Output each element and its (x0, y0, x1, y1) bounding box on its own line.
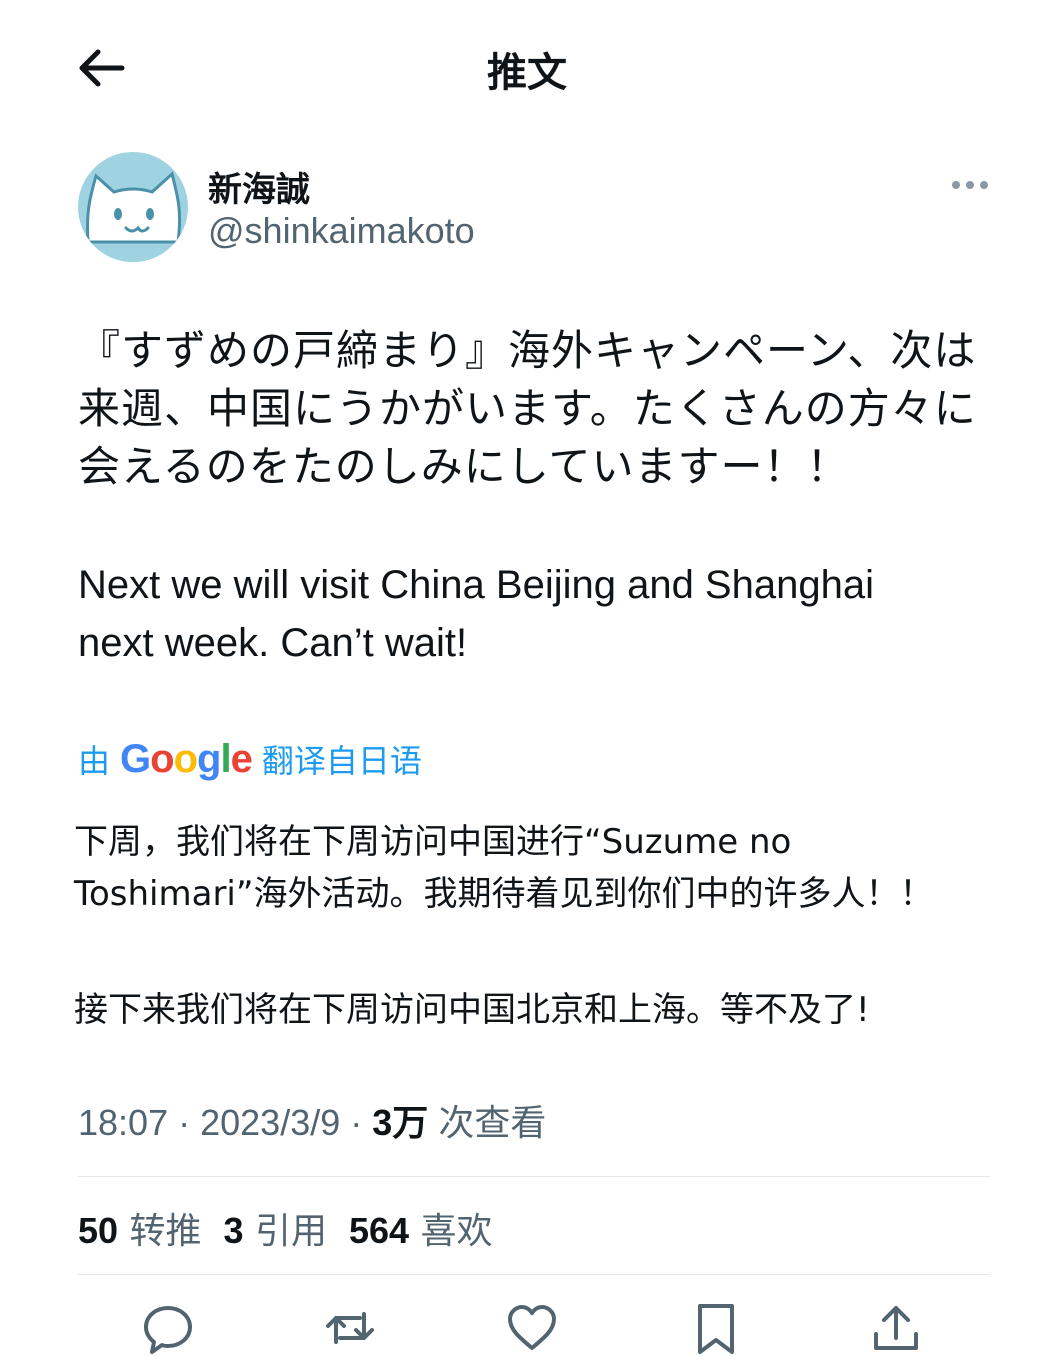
quotes-stat[interactable]: 3 引用 (224, 1202, 328, 1254)
translation-prefix: 由 (78, 742, 111, 780)
tweet-text-english-line: Next we will visit China Beijing and Sha… (78, 563, 874, 607)
tweet-text-japanese: 『すずめの戸締まり』海外キャンペーン、次は来週、中国にうかがいます。たくさんの方… (78, 326, 977, 491)
quotes-count: 3 (223, 1210, 244, 1251)
reply-icon (144, 1306, 192, 1354)
google-logo: Google (120, 736, 253, 781)
tweet-meta: 18:07 · 2023/3/9 · 3万 次查看 (78, 1094, 546, 1146)
retweets-stat[interactable]: 50 转推 (78, 1202, 202, 1254)
separator-dot: · (350, 1102, 373, 1143)
likes-label: 喜欢 (420, 1211, 493, 1252)
translation-suffix: 翻译自日语 (261, 742, 422, 780)
divider (78, 1274, 990, 1275)
tweet-time[interactable]: 18:07 (78, 1102, 168, 1143)
more-icon (952, 181, 988, 189)
translated-text-2: 接下来我们将在下周访问中国北京和上海。等不及了! (74, 990, 870, 1030)
retweets-label: 转推 (129, 1211, 202, 1252)
like-button[interactable] (506, 1302, 558, 1354)
more-button[interactable] (948, 170, 992, 200)
share-icon (874, 1306, 918, 1350)
display-name[interactable]: 新海誠 (208, 162, 310, 211)
cat-avatar-icon (78, 171, 188, 262)
share-button[interactable] (870, 1302, 922, 1354)
quotes-label: 引用 (255, 1211, 328, 1252)
retweet-button[interactable] (324, 1302, 376, 1354)
translation-attribution[interactable]: 由 Google 翻译自日语 (78, 736, 422, 782)
tweet-stats: 50 转推 3 引用 564 喜欢 (78, 1202, 493, 1254)
views-label: 次查看 (438, 1102, 547, 1143)
avatar[interactable] (78, 152, 188, 262)
tweet-text-english: Next we will visit China Beijing and Sha… (78, 556, 998, 672)
retweets-count: 50 (78, 1210, 119, 1251)
views-count: 3万 (372, 1102, 429, 1143)
user-handle[interactable]: @shinkaimakoto (208, 210, 475, 252)
page-title: 推文 (487, 50, 567, 96)
divider (78, 1176, 990, 1177)
separator-dot: · (178, 1102, 201, 1143)
like-icon (508, 1305, 556, 1350)
tweet-date[interactable]: 2023/3/9 (200, 1102, 340, 1143)
bookmark-icon (698, 1304, 734, 1354)
likes-stat[interactable]: 564 喜欢 (349, 1202, 493, 1254)
likes-count: 564 (349, 1210, 410, 1251)
translated-text: 下周，我们将在下周访问中国进行“Suzume no Toshimari”海外活动… (74, 822, 934, 914)
retweet-icon (326, 1312, 374, 1344)
tweet-text-english-line: next week. Can’t wait! (78, 621, 468, 665)
reply-button[interactable] (142, 1302, 194, 1354)
bookmark-button[interactable] (690, 1302, 742, 1354)
